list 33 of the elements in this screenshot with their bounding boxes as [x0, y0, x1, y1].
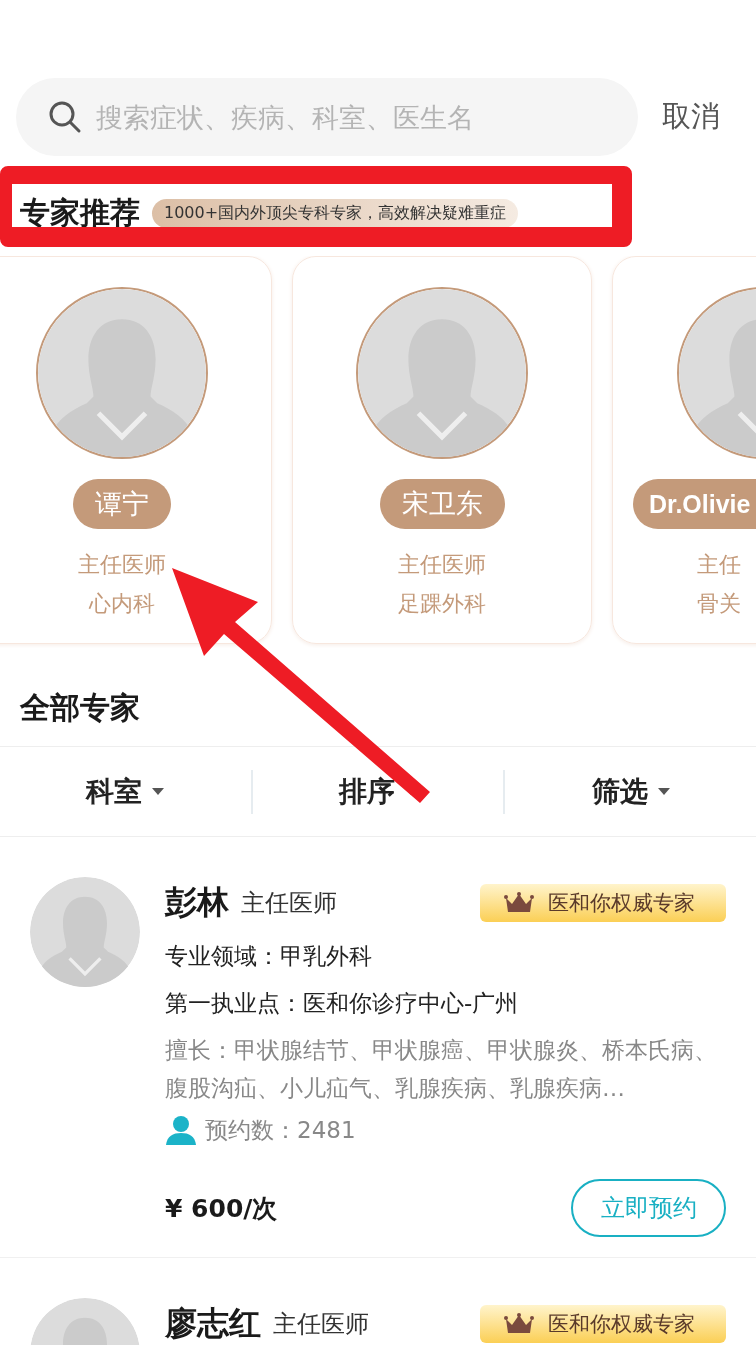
cancel-button[interactable]: 取消	[662, 97, 720, 137]
doctor-name-tag: 谭宁	[73, 479, 171, 529]
expertise-text: 擅长：甲状腺结节、甲状腺癌、甲状腺炎、桥本氏病、腹股沟疝、小儿疝气、乳腺疾病、乳腺疾病…	[165, 1036, 718, 1103]
crown-icon	[504, 1313, 534, 1335]
doctor-name: 廖志红	[165, 1303, 261, 1344]
department-text: 骨关	[697, 590, 741, 618]
badge-text: 医和你权威专家	[548, 890, 695, 917]
doctor-name-tag: Dr.Olivie	[633, 479, 756, 529]
doctor-title: 主任医师	[78, 551, 166, 579]
doctor-title: 主任医师	[398, 551, 486, 579]
person-icon	[165, 1115, 197, 1145]
tagline-tag: 1000+国内外顶尖专科专家，高效解决疑难重症	[152, 199, 519, 228]
search-icon	[48, 100, 82, 134]
badge-text: 医和你权威专家	[548, 1311, 695, 1338]
doctor-title: 主任医师	[273, 1309, 370, 1340]
doctor-name-tag: 宋卫东	[379, 479, 505, 529]
search-field[interactable]: 搜索症状、疾病、科室、医生名	[16, 78, 638, 156]
caret-icon	[657, 788, 670, 795]
department-text: 足踝外科	[398, 590, 486, 618]
caret-icon	[152, 788, 165, 795]
section-title: 全部专家	[19, 689, 141, 727]
price-text: ¥ 600/次	[165, 1192, 278, 1225]
practice-location-text: 第一执业点：医和你诊疗中心-广州	[165, 989, 520, 1018]
doctor-title: 主任医师	[241, 888, 338, 919]
filter-dropdown[interactable]: 科室	[0, 747, 251, 836]
crown-icon	[504, 892, 534, 914]
doctor-name: 彭林	[165, 882, 229, 923]
filter-dropdown[interactable]: 筛选	[505, 747, 756, 836]
section-title: 专家推荐	[20, 194, 140, 232]
specialty-field-text: 专业领域：甲乳外科	[165, 942, 373, 971]
department-text: 心内科	[89, 590, 155, 618]
appointment-count: 预约数：2481	[205, 1115, 356, 1145]
doctor-title: 主任	[697, 551, 741, 579]
